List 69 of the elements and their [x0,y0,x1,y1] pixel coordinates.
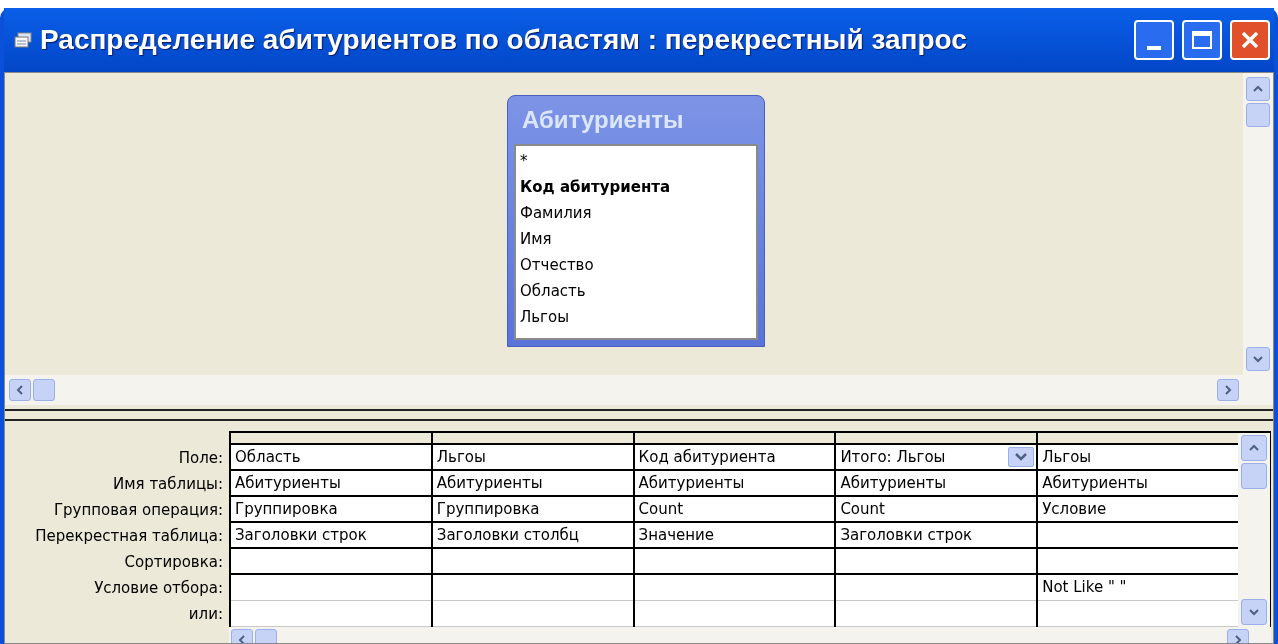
column-selector[interactable] [1038,433,1238,445]
grid-cell[interactable]: Значение [634,523,835,549]
column-selector[interactable] [231,433,431,445]
cell-text: Область [235,446,301,468]
scroll-down-button[interactable] [1241,599,1267,625]
cell-text: Код абитуриента [638,446,776,468]
field-item[interactable]: Льгоы [516,304,756,330]
scroll-down-button[interactable] [1246,347,1270,371]
grid-cell[interactable]: Абитуриенты [432,471,633,497]
grid-cell[interactable]: Абитуриенты [634,471,835,497]
field-item[interactable]: Имя [516,226,756,252]
column-selector[interactable] [432,433,633,445]
vertical-scrollbar[interactable] [1238,433,1270,627]
field-item[interactable]: * [516,148,756,174]
row-label: или: [187,603,224,625]
scroll-thumb[interactable] [1241,463,1267,489]
row-label: Групповая операция: [52,499,224,521]
grid-cell[interactable]: Группировка [432,497,633,523]
scroll-thumb[interactable] [1246,103,1270,127]
vertical-scrollbar[interactable] [1243,73,1273,405]
window-title: Распределение абитуриентов по областям : перекрестный запрос [40,23,968,57]
grid-cell[interactable]: Count [634,497,835,523]
grid-cell[interactable]: Область [231,445,431,471]
scroll-right-button[interactable] [1217,379,1239,401]
grid-cell[interactable]: Абитуриенты [1038,471,1238,497]
maximize-button[interactable] [1182,20,1222,60]
row-label: Имя таблицы: [112,473,224,495]
grid-cell[interactable]: Count [836,497,1037,523]
row-label: Условие отбора: [93,577,224,599]
table-title: Абитуриенты [521,105,685,135]
scroll-up-button[interactable] [1246,77,1270,101]
field-item[interactable]: Фамилия [516,200,756,226]
grid-cell[interactable]: Группировка [231,497,431,523]
grid-cell[interactable]: Заголовки строк [231,523,431,549]
grid-cell[interactable]: Льгоы [1038,445,1238,471]
field-item[interactable]: Область [516,278,756,304]
row-label: Сортировка: [123,551,224,573]
cell-text: Льгоы [1042,446,1092,468]
grid-cell[interactable]: Код абитуриента [634,445,835,471]
grid-cell[interactable]: Not Like " " [1038,575,1238,601]
grid-cell[interactable]: Заголовки строк [836,523,1037,549]
close-icon [1240,30,1260,50]
row-label: Перекрестная таблица: [34,525,224,547]
horizontal-scrollbar[interactable] [5,375,1243,405]
minimize-icon [1147,46,1161,50]
scroll-left-button[interactable] [9,379,31,401]
field-item[interactable]: Отчество [516,252,756,278]
grid-cell[interactable]: Абитуриенты [836,471,1037,497]
dropdown-button[interactable] [1008,447,1035,467]
row-label: Поле: [177,447,224,469]
grid-cell[interactable]: Заголовки столбц [432,523,633,549]
grid-cell[interactable]: Итого: Льгоы [836,445,1037,471]
column-selector[interactable] [634,433,835,445]
scroll-thumb[interactable] [33,379,55,401]
column-selector[interactable] [836,433,1037,445]
caret-icon [1015,453,1028,461]
grid-cell[interactable]: Условие [1038,497,1238,523]
cell-text: Итого: Льгоы [840,446,946,468]
minimize-button[interactable] [1134,20,1174,60]
grid-cell[interactable]: Абитуриенты [231,471,431,497]
field-item[interactable]: Код абитуриента [516,174,756,200]
horizontal-scrollbar[interactable] [229,627,1271,643]
maximize-icon [1192,31,1212,49]
scroll-up-button[interactable] [1241,435,1267,461]
query-icon [14,32,32,48]
grid-cell[interactable]: Льгоы [432,445,633,471]
pane-splitter[interactable] [5,409,1273,421]
close-button[interactable] [1230,20,1270,60]
cell-text: Льгоы [436,446,486,468]
